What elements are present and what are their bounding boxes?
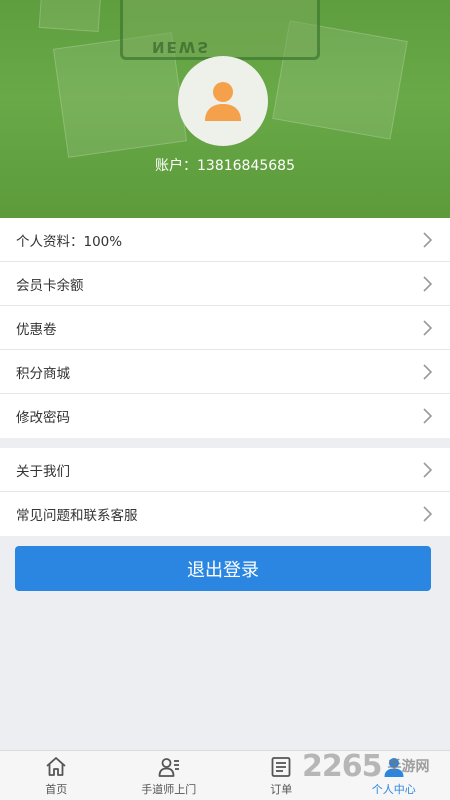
account-info: 账户：13816845685 bbox=[0, 155, 450, 175]
menu-group-account: 个人资料：100% 会员卡余额 优惠卷 积分商城 修改密码 bbox=[0, 218, 450, 438]
tab-label: 首页 bbox=[45, 782, 68, 796]
logout-button[interactable]: 退出登录 bbox=[15, 546, 431, 591]
home-icon bbox=[46, 756, 66, 776]
header-decoration bbox=[120, 0, 320, 60]
menu-item-label: 优惠卷 bbox=[16, 321, 57, 338]
menu-item-label: 修改密码 bbox=[16, 410, 70, 426]
menu-item-change-password[interactable]: 修改密码 bbox=[0, 394, 450, 438]
chevron-right-icon bbox=[423, 319, 432, 336]
tab-technician-visit[interactable]: 手道师上门 bbox=[113, 751, 226, 800]
chevron-right-icon bbox=[423, 231, 432, 248]
menu-item-faq-support[interactable]: 常见问题和联系客服 bbox=[0, 492, 450, 536]
menu-item-label: 积分商城 bbox=[16, 365, 70, 382]
menu-item-label: 常见问题和联系客服 bbox=[16, 508, 138, 524]
bottom-tab-bar: 首页 手道师上门 订单 个人中心 bbox=[0, 750, 450, 800]
tab-orders[interactable]: 订单 bbox=[225, 751, 338, 800]
account-label: 账户： bbox=[155, 158, 197, 174]
order-list-icon bbox=[271, 756, 291, 777]
user-icon bbox=[384, 757, 404, 777]
menu-item-profile[interactable]: 个人资料：100% bbox=[0, 218, 450, 262]
chevron-right-icon bbox=[423, 363, 432, 380]
menu-item-membership-balance[interactable]: 会员卡余额 bbox=[0, 262, 450, 306]
user-avatar-icon bbox=[205, 82, 241, 121]
menu-item-label: 关于我们 bbox=[16, 463, 70, 480]
technician-icon bbox=[158, 757, 179, 777]
menu-item-label: 会员卡余额 bbox=[16, 277, 84, 294]
tab-home[interactable]: 首页 bbox=[0, 751, 113, 800]
profile-page: NEWS 账户：13816845685 个人资料：100% 会员卡余额 优惠卷 … bbox=[0, 0, 450, 800]
chevron-right-icon bbox=[423, 408, 432, 424]
tab-label: 订单 bbox=[270, 782, 293, 796]
avatar[interactable] bbox=[178, 56, 268, 146]
chevron-right-icon bbox=[423, 461, 432, 478]
menu-item-about-us[interactable]: 关于我们 bbox=[0, 448, 450, 492]
menu-group-support: 关于我们 常见问题和联系客服 bbox=[0, 448, 450, 536]
chevron-right-icon bbox=[423, 275, 432, 292]
menu-item-label: 个人资料：100% bbox=[16, 233, 123, 250]
header-decoration bbox=[38, 0, 102, 33]
account-number: 13816845685 bbox=[197, 158, 295, 174]
menu-item-points-mall[interactable]: 积分商城 bbox=[0, 350, 450, 394]
profile-header: NEWS 账户：13816845685 bbox=[0, 0, 450, 218]
tab-personal-center[interactable]: 个人中心 bbox=[338, 751, 450, 800]
menu-item-coupons[interactable]: 优惠卷 bbox=[0, 306, 450, 350]
tab-label: 手道师上门 bbox=[141, 782, 197, 796]
chevron-right-icon bbox=[423, 506, 432, 522]
header-decoration-text: NEWS bbox=[152, 38, 211, 56]
tab-label: 个人中心 bbox=[371, 782, 416, 796]
